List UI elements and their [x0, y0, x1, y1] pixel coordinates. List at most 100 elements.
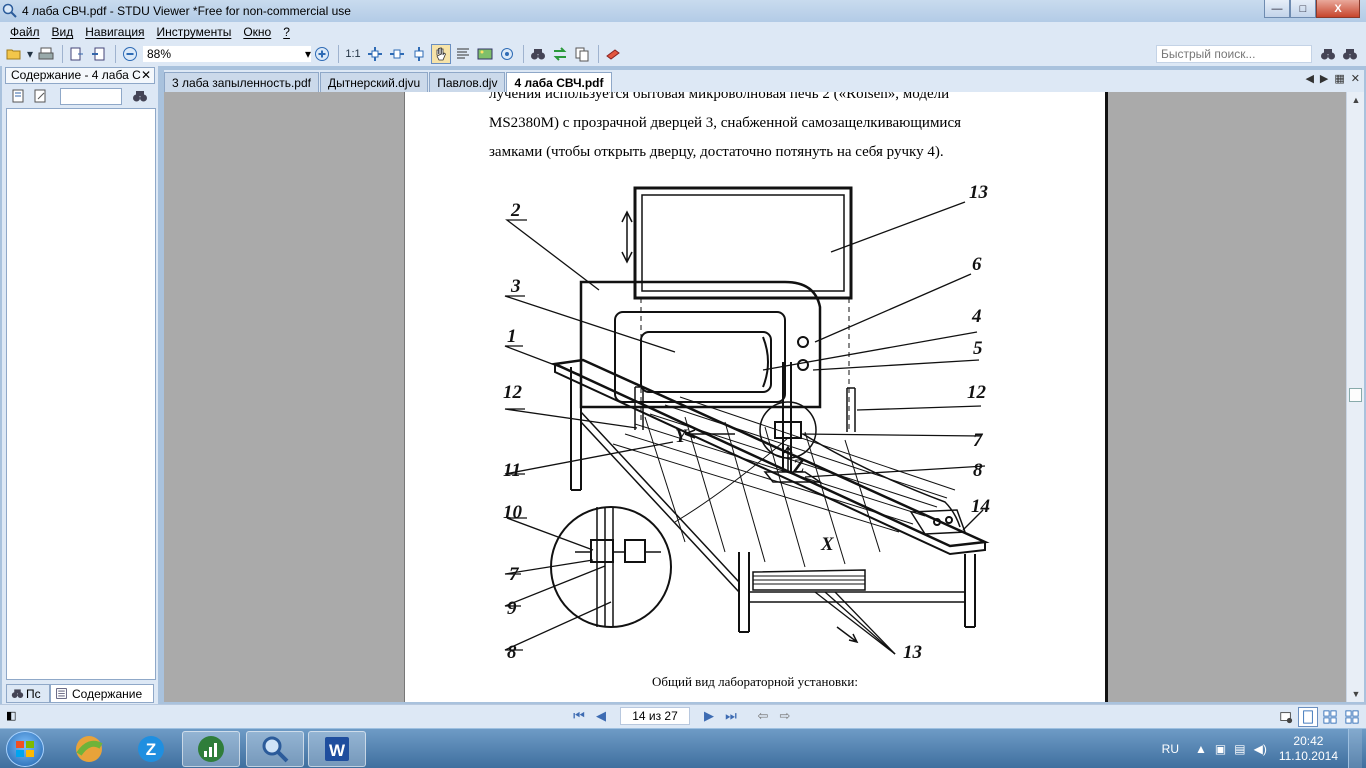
start-button[interactable] — [6, 731, 44, 767]
windows-logo-icon — [16, 741, 34, 757]
contents-filter-input[interactable] — [60, 87, 122, 105]
tab-doc-4[interactable]: 4 лаба СВЧ.pdf — [506, 72, 612, 92]
print-icon[interactable] — [36, 44, 56, 64]
tab-contents[interactable]: Содержание — [50, 684, 154, 703]
taskbar-app-word[interactable]: W — [308, 731, 366, 767]
open-folder-icon[interactable] — [4, 44, 24, 64]
fit-visible-icon[interactable] — [409, 44, 429, 64]
next-page-icon[interactable]: ▶ — [700, 707, 718, 725]
scroll-down-icon[interactable]: ▼ — [1347, 686, 1365, 702]
fit-page-icon[interactable] — [365, 44, 385, 64]
dropdown-arrow-icon[interactable]: ▾ — [26, 44, 34, 64]
panel-toggle-icon[interactable]: ◧ — [6, 709, 16, 722]
menu-navigation[interactable]: Навигация — [79, 25, 150, 39]
tab-doc-1[interactable]: 3 лаба запыленность.pdf — [164, 72, 319, 92]
prev-page-icon[interactable]: ◀ — [592, 707, 610, 725]
taskbar: Z W RU ▲ ▣ ▤ ◀) 20:42 11.10.2014 — [0, 728, 1366, 768]
vertical-scrollbar[interactable]: ▲ ▼ — [1346, 92, 1364, 702]
tray-device-icon[interactable]: ▣ — [1215, 742, 1226, 756]
contents-panel-tab[interactable]: Содержание - 4 лаба С ✕ — [5, 67, 155, 84]
taskbar-app-stats[interactable] — [182, 731, 240, 767]
scroll-up-icon[interactable]: ▲ — [1347, 92, 1365, 108]
highlight-icon[interactable] — [603, 44, 623, 64]
volume-icon[interactable]: ◀) — [1254, 742, 1267, 756]
zoom-in-icon[interactable] — [312, 44, 332, 64]
tab-search-label: Пс — [26, 686, 41, 701]
hand-tool-icon[interactable] — [431, 44, 451, 64]
toolbar: ▾ 88% ▾ 1:1 Быстрый поиск... — [0, 42, 1366, 66]
page-text-line-2: MS2380M) с прозрачной дверцей 3, снабжен… — [489, 115, 962, 131]
settings-icon[interactable] — [1276, 707, 1296, 727]
continuous-pages-icon[interactable] — [1342, 707, 1362, 727]
tab-scroll-left-icon[interactable]: ◀ — [1305, 72, 1313, 85]
left-panel: Содержание - 4 лаба С ✕ Пс Содержание — [2, 66, 158, 704]
taskbar-app-stdu-viewer[interactable] — [246, 731, 304, 767]
back-icon[interactable]: ⇦ — [754, 707, 772, 725]
tab-list-icon[interactable]: ▦ — [1334, 72, 1344, 85]
binoculars-icon[interactable] — [130, 86, 150, 106]
show-desktop-button[interactable] — [1348, 729, 1362, 768]
document-viewer[interactable]: лучения используется бытовая микроволнов… — [164, 92, 1346, 702]
close-button[interactable]: X — [1316, 0, 1360, 18]
bookmark-add-icon[interactable] — [8, 86, 28, 106]
tab-doc-2[interactable]: Дытнерский.djvu — [319, 72, 429, 92]
snapshot-icon[interactable] — [497, 44, 517, 64]
figure-label-3: 3 — [510, 276, 521, 297]
forward-icon[interactable]: ⇨ — [776, 707, 794, 725]
contents-tree[interactable] — [6, 108, 156, 680]
scroll-thumb[interactable] — [1349, 388, 1362, 402]
first-page-icon[interactable]: ⏮ — [570, 707, 588, 725]
image-select-icon[interactable] — [475, 44, 495, 64]
network-icon[interactable]: ▤ — [1234, 742, 1245, 756]
search-next-icon[interactable] — [1340, 44, 1360, 64]
sync-arrows-icon[interactable] — [550, 44, 570, 64]
quick-search-input[interactable]: Быстрый поиск... — [1156, 45, 1312, 63]
single-page-icon[interactable] — [1298, 707, 1318, 727]
left-panel-tabs: Пс Содержание — [6, 684, 156, 704]
zoom-select[interactable]: 88% ▾ — [142, 45, 312, 63]
text-select-icon[interactable] — [453, 44, 473, 64]
menu-tools[interactable]: Инструменты — [151, 25, 238, 39]
figure-label-8: 8 — [973, 460, 983, 481]
menu-file[interactable]: Файл — [4, 25, 46, 39]
tab-doc-3[interactable]: Павлов.djv — [429, 72, 506, 92]
figure-label-Y: Y — [675, 426, 689, 447]
figure-caption: Общий вид лабораторной установки: — [652, 674, 858, 689]
close-icon[interactable]: ✕ — [141, 68, 151, 83]
figure-label-4: 4 — [971, 306, 982, 327]
maximize-button[interactable]: □ — [1290, 0, 1316, 18]
page-number-input[interactable]: 14 из 27 — [620, 707, 690, 725]
two-pages-icon[interactable] — [1320, 707, 1340, 727]
clock-date: 11.10.2014 — [1278, 749, 1338, 763]
page-setup-icon[interactable] — [67, 44, 87, 64]
search-icon[interactable] — [1318, 44, 1338, 64]
figure-label-X: X — [820, 534, 835, 555]
copy-icon[interactable] — [572, 44, 592, 64]
clock[interactable]: 20:42 11.10.2014 — [1279, 734, 1338, 764]
page-text-line-3: замками (чтобы открыть дверцу, достаточн… — [489, 144, 944, 160]
language-indicator[interactable]: RU — [1162, 742, 1179, 756]
menu-help[interactable]: ? — [277, 25, 296, 39]
title-bar: 4 лаба СВЧ.pdf - STDU Viewer *Free for n… — [0, 0, 1366, 22]
binoculars-icon — [11, 689, 24, 698]
window-title: 4 лаба СВЧ.pdf - STDU Viewer *Free for n… — [22, 4, 351, 18]
menu-window[interactable]: Окно — [237, 25, 277, 39]
bookmark-edit-icon[interactable] — [30, 86, 50, 106]
export-icon[interactable] — [89, 44, 109, 64]
tray-expand-icon[interactable]: ▲ — [1195, 742, 1207, 756]
fit-width-icon[interactable] — [387, 44, 407, 64]
taskbar-app-zoho[interactable]: Z — [122, 731, 180, 767]
tab-search[interactable]: Пс — [6, 684, 50, 703]
actual-size-button[interactable]: 1:1 — [343, 44, 363, 64]
system-tray: RU ▲ ▣ ▤ ◀) 20:42 11.10.2014 — [1162, 729, 1362, 768]
figure-label-13: 13 — [969, 182, 988, 203]
tab-scroll-right-icon[interactable]: ▶ — [1320, 72, 1328, 85]
find-icon[interactable] — [528, 44, 548, 64]
tab-close-icon[interactable]: ✕ — [1351, 72, 1360, 85]
taskbar-app-browser[interactable] — [60, 731, 118, 767]
last-page-icon[interactable]: ⏭ — [722, 707, 740, 725]
menu-view[interactable]: Вид — [46, 25, 80, 39]
minimize-button[interactable]: — — [1264, 0, 1290, 18]
zoom-out-icon[interactable] — [120, 44, 140, 64]
figure-label-12-right: 12 — [967, 382, 987, 403]
